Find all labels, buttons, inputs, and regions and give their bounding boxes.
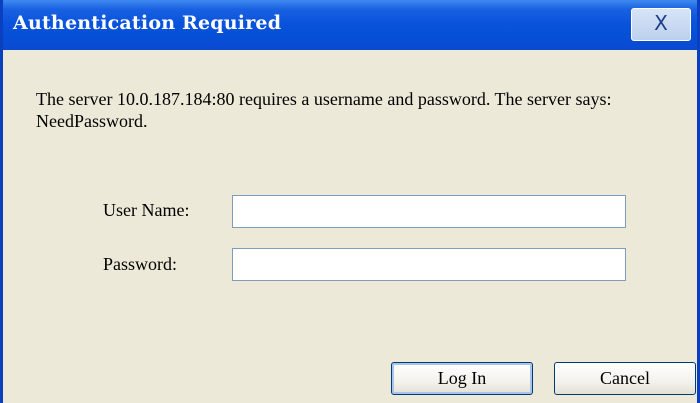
password-input[interactable]	[232, 248, 626, 281]
dialog-title: Authentication Required	[13, 12, 282, 34]
cancel-button[interactable]: Cancel	[554, 362, 696, 395]
username-input[interactable]	[232, 195, 626, 228]
close-button[interactable]: X	[631, 8, 691, 41]
login-button[interactable]: Log In	[391, 362, 533, 395]
close-icon: X	[654, 11, 668, 35]
username-label: User Name:	[103, 200, 190, 220]
server-message: The server 10.0.187.184:80 requires a us…	[36, 89, 612, 131]
password-label: Password:	[103, 254, 178, 274]
auth-dialog: Authentication Required X The server 10.…	[0, 0, 700, 403]
title-bar[interactable]: Authentication Required X	[3, 0, 697, 50]
